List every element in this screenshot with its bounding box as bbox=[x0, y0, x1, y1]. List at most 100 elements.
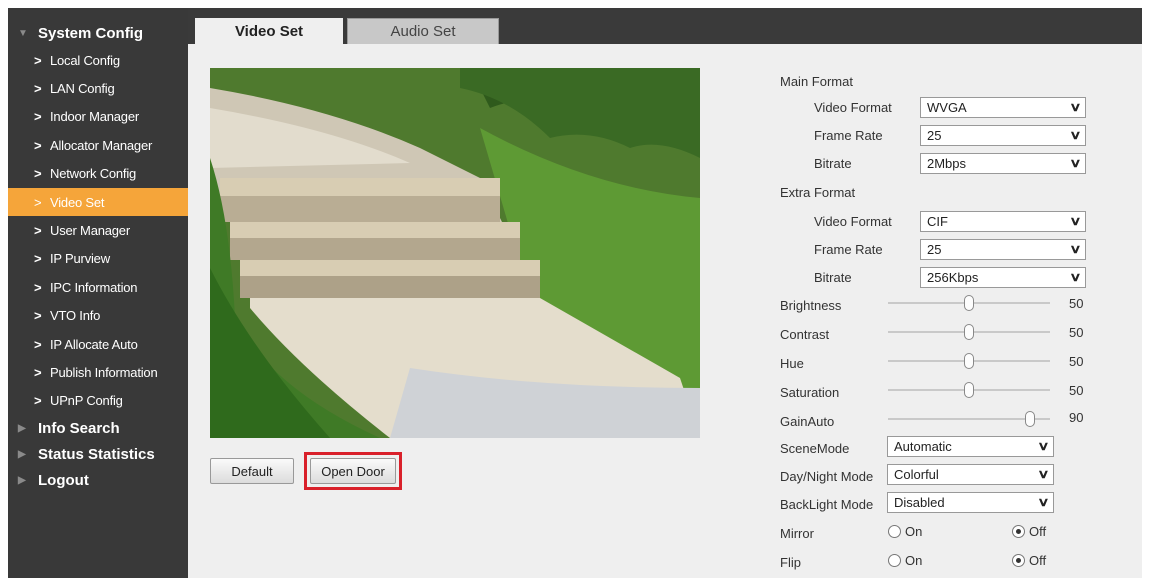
chevron-right-icon: > bbox=[34, 251, 42, 267]
backlight-mode-label: BackLight Mode bbox=[780, 497, 874, 512]
chevron-down-icon: ∨ bbox=[1069, 156, 1082, 170]
flip-off-radio[interactable]: Off bbox=[1012, 553, 1046, 568]
extra-video-format-select[interactable]: CIF ∨ bbox=[920, 211, 1086, 232]
default-button[interactable]: Default bbox=[210, 458, 294, 484]
sidebar-item-ip-allocate-auto[interactable]: > IP Allocate Auto bbox=[8, 330, 188, 358]
brightness-label: Brightness bbox=[780, 298, 842, 313]
select-value: CIF bbox=[927, 214, 948, 229]
flip-label: Flip bbox=[780, 555, 801, 570]
sidebar-item-publish-information[interactable]: > Publish Information bbox=[8, 358, 188, 386]
sidebar-item-label: UPnP Config bbox=[50, 393, 123, 409]
sidebar-item-ipc-information[interactable]: > IPC Information bbox=[8, 273, 188, 301]
main-bitrate-label: Bitrate bbox=[814, 156, 852, 171]
video-preview bbox=[210, 68, 700, 438]
sidebar-section-label: Status Statistics bbox=[38, 445, 155, 463]
sidebar-item-network-config[interactable]: > Network Config bbox=[8, 160, 188, 188]
triangle-down-icon: ▼ bbox=[18, 27, 28, 39]
chevron-down-icon: ∨ bbox=[1069, 128, 1082, 142]
extra-frame-rate-label: Frame Rate bbox=[814, 242, 883, 257]
sidebar-item-upnp-config[interactable]: > UPnP Config bbox=[8, 387, 188, 415]
chevron-right-icon: > bbox=[34, 81, 42, 97]
day-night-mode-select[interactable]: Colorful ∨ bbox=[887, 464, 1054, 485]
hue-value: 50 bbox=[1069, 354, 1084, 369]
chevron-down-icon: ∨ bbox=[1069, 270, 1082, 284]
tab-bar: Video Set Audio Set bbox=[188, 8, 1142, 44]
sidebar-item-label: VTO Info bbox=[50, 308, 101, 324]
main-bitrate-select[interactable]: 2Mbps ∨ bbox=[920, 153, 1086, 174]
main-frame-rate-label: Frame Rate bbox=[814, 128, 883, 143]
slider-thumb[interactable] bbox=[1025, 411, 1035, 427]
select-value: Disabled bbox=[894, 495, 945, 510]
scene-mode-select[interactable]: Automatic ∨ bbox=[887, 436, 1054, 457]
extra-video-format-label: Video Format bbox=[814, 214, 892, 229]
backlight-mode-select[interactable]: Disabled ∨ bbox=[887, 492, 1054, 513]
radio-checked-icon bbox=[1012, 554, 1025, 567]
chevron-right-icon: > bbox=[34, 194, 42, 210]
slider-thumb[interactable] bbox=[964, 324, 974, 340]
slider-thumb[interactable] bbox=[964, 295, 974, 311]
sidebar-item-indoor-manager[interactable]: > Indoor Manager bbox=[8, 103, 188, 131]
gainauto-slider[interactable] bbox=[888, 409, 1050, 429]
select-value: 25 bbox=[927, 128, 942, 143]
main-video-format-select[interactable]: WVGA ∨ bbox=[920, 97, 1086, 118]
extra-bitrate-select[interactable]: 256Kbps ∨ bbox=[920, 267, 1086, 288]
scene-mode-label: SceneMode bbox=[780, 441, 850, 456]
sidebar-item-lan-config[interactable]: > LAN Config bbox=[8, 74, 188, 102]
main-frame-rate-select[interactable]: 25 ∨ bbox=[920, 125, 1086, 146]
sidebar-item-label: Publish Information bbox=[50, 364, 158, 380]
chevron-down-icon: ∨ bbox=[1069, 242, 1082, 256]
extra-frame-rate-select[interactable]: 25 ∨ bbox=[920, 239, 1086, 260]
chevron-down-icon: ∨ bbox=[1037, 495, 1050, 509]
sidebar-section-label: System Config bbox=[38, 24, 144, 42]
sidebar-section-status-statistics[interactable]: ▶ Status Statistics bbox=[8, 441, 188, 467]
slider-thumb[interactable] bbox=[964, 353, 974, 369]
saturation-slider[interactable] bbox=[888, 380, 1050, 400]
mirror-on-radio[interactable]: On bbox=[888, 524, 922, 539]
slider-thumb[interactable] bbox=[964, 382, 974, 398]
sidebar-item-label: Indoor Manager bbox=[50, 109, 139, 125]
sidebar-item-label: Local Config bbox=[50, 52, 120, 68]
sidebar-item-allocator-manager[interactable]: > Allocator Manager bbox=[8, 131, 188, 159]
sidebar-item-ip-purview[interactable]: > IP Purview bbox=[8, 245, 188, 273]
main-panel: Video Set Audio Set Default Open Door Ma… bbox=[188, 8, 1142, 578]
triangle-right-icon: ▶ bbox=[18, 448, 26, 460]
sidebar-item-video-set[interactable]: > Video Set bbox=[8, 187, 188, 217]
sidebar-item-user-manager[interactable]: > User Manager bbox=[8, 216, 188, 244]
chevron-right-icon: > bbox=[34, 279, 42, 295]
sidebar-section-logout[interactable]: ▶ Logout bbox=[8, 467, 188, 493]
sidebar-item-label: IP Allocate Auto bbox=[50, 336, 138, 352]
chevron-right-icon: > bbox=[34, 336, 42, 352]
chevron-down-icon: ∨ bbox=[1069, 214, 1082, 228]
select-value: Automatic bbox=[894, 439, 952, 454]
sidebar-item-label: Network Config bbox=[50, 166, 137, 182]
tab-video-set[interactable]: Video Set bbox=[195, 18, 343, 44]
chevron-right-icon: > bbox=[34, 109, 42, 125]
day-night-mode-label: Day/Night Mode bbox=[780, 469, 874, 484]
sidebar-section-system-config[interactable]: ▼ System Config bbox=[8, 20, 188, 46]
sidebar-section-label: Info Search bbox=[38, 419, 120, 437]
mirror-label: Mirror bbox=[780, 526, 814, 541]
sidebar-section-label: Logout bbox=[38, 471, 89, 489]
hue-slider[interactable] bbox=[888, 351, 1050, 371]
sidebar-item-vto-info[interactable]: > VTO Info bbox=[8, 302, 188, 330]
brightness-slider[interactable] bbox=[888, 293, 1050, 313]
select-value: 256Kbps bbox=[927, 270, 979, 285]
chevron-right-icon: > bbox=[34, 393, 42, 409]
chevron-right-icon: > bbox=[34, 166, 42, 182]
flip-on-radio[interactable]: On bbox=[888, 553, 922, 568]
sidebar-item-label: Video Set bbox=[50, 194, 105, 210]
chevron-down-icon: ∨ bbox=[1037, 467, 1050, 481]
chevron-right-icon: > bbox=[34, 308, 42, 324]
triangle-right-icon: ▶ bbox=[18, 474, 26, 486]
sidebar-item-local-config[interactable]: > Local Config bbox=[8, 46, 188, 74]
radio-label: Off bbox=[1029, 553, 1047, 568]
mirror-off-radio[interactable]: Off bbox=[1012, 524, 1046, 539]
tab-audio-set[interactable]: Audio Set bbox=[347, 18, 499, 44]
gainauto-value: 90 bbox=[1069, 410, 1084, 425]
brightness-value: 50 bbox=[1069, 296, 1084, 311]
sidebar-item-label: IP Purview bbox=[50, 251, 110, 267]
select-value: 2Mbps bbox=[927, 156, 967, 171]
chevron-right-icon: > bbox=[34, 52, 42, 68]
contrast-slider[interactable] bbox=[888, 322, 1050, 342]
sidebar-section-info-search[interactable]: ▶ Info Search bbox=[8, 415, 188, 441]
